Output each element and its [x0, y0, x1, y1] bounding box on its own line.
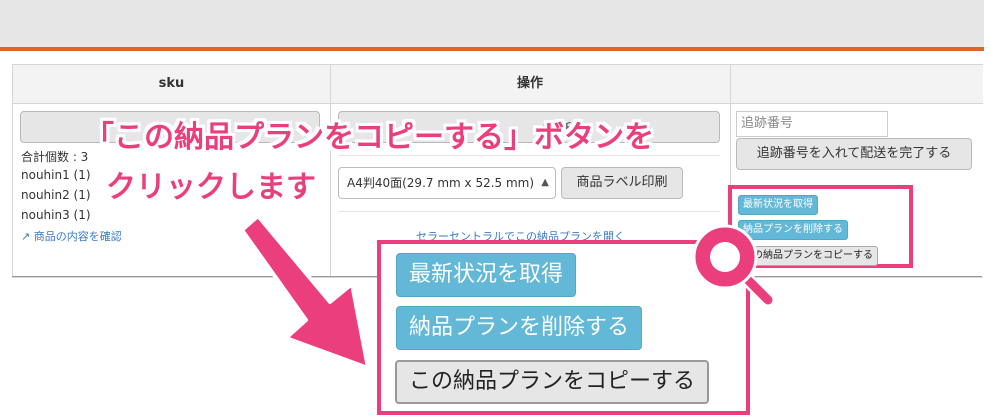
callout-line-1: 「この納品プランをコピーする」ボタンを	[84, 120, 654, 155]
magnifier-icon	[692, 224, 777, 309]
callout-line-2: クリックします	[106, 170, 316, 205]
pointer-arrow	[240, 214, 370, 370]
annotation-overlay	[240, 214, 777, 370]
page-edge	[984, 0, 990, 416]
